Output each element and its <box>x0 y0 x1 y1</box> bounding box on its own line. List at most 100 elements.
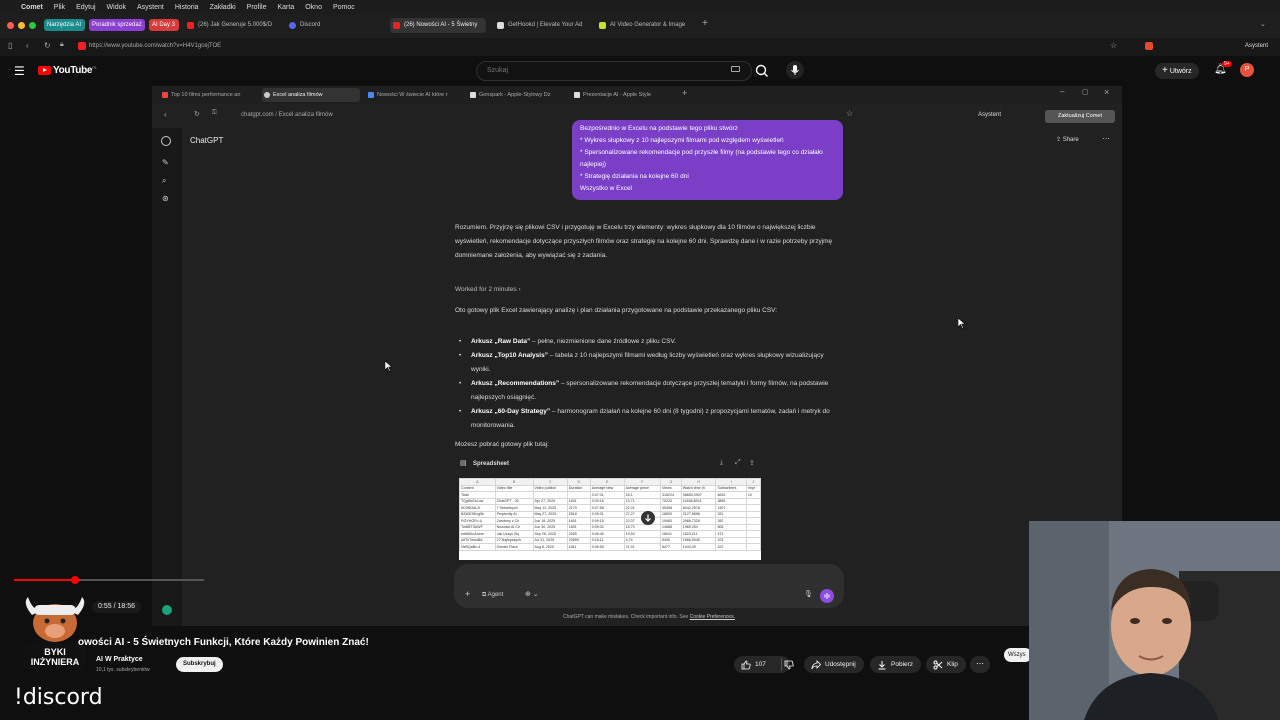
channel-logo-text: BYKI INŻYNIERA <box>30 647 80 667</box>
agent-mode-button: ⧉ Agent <box>482 592 504 598</box>
download-video-button[interactable]: Pobierz <box>870 656 922 673</box>
discord-command-overlay: !discord <box>14 685 103 710</box>
browser-tab[interactable]: GetHookd | Elevate Your Ad <box>494 18 590 33</box>
inner-tab: Genspark - Apple-Stylowy Dz <box>468 88 566 102</box>
attach-plus-icon: + <box>465 589 471 599</box>
assistant-button[interactable]: Asystent <box>1245 43 1268 49</box>
spreadsheet-table: A B C D E F G H I J Content Video title Video publis… <box>459 478 761 551</box>
browser-tab[interactable]: AI Video Generator & Image <box>596 18 692 33</box>
table-cell: NWIQaBv-4 <box>459 543 496 551</box>
tab-favicon-icon <box>368 92 374 98</box>
share-arrow-icon <box>811 660 821 670</box>
chat-composer <box>454 564 844 608</box>
subscribe-button[interactable]: Subskrybuj <box>176 657 223 672</box>
assistant-ready-text: Oto gotowy plik Excel zawierający analiz… <box>455 307 778 314</box>
table-cell: 0:06:55 <box>589 543 625 551</box>
list-item: Arkusz „Recommendations” – spersonalizow… <box>455 377 840 405</box>
back-icon[interactable]: ‹ <box>26 41 29 50</box>
tab-group-ai-day[interactable]: AI Day 3 <box>149 19 179 31</box>
table-cell: Aug 8, 2025 <box>532 543 568 551</box>
menu-app-name[interactable]: Comet <box>21 4 43 11</box>
download-icon <box>878 661 886 670</box>
tab-list-chevron-icon[interactable]: ⌄ <box>1260 20 1266 28</box>
table-cell: 21,91 <box>623 543 662 551</box>
table-cell: 222 <box>715 543 747 551</box>
hamburger-menu-icon[interactable]: ☰ <box>14 64 25 78</box>
zoom-window-button[interactable] <box>29 22 36 29</box>
inner-tab: Nowości W świecie AI które r <box>366 88 464 102</box>
mouse-cursor-icon <box>958 318 966 329</box>
thumbs-down-icon[interactable] <box>784 660 794 670</box>
sidebar-toggle-icon[interactable]: ▯ <box>8 41 12 50</box>
keyboard-icon[interactable] <box>731 66 740 72</box>
inner-maximize-icon: ▢ <box>1082 89 1089 96</box>
more-actions-icon[interactable]: ⋯ <box>970 656 990 673</box>
sheet-bullet-list: Arkusz „Raw Data” – pełne, niezmienione … <box>455 335 840 433</box>
webcam-overlay <box>1029 521 1280 720</box>
spreadsheet-card-header: ▤ Spreadsheet ⤓ ⤢ ⇪ <box>455 458 765 472</box>
globe-icon: ⊕ ⌄ <box>525 591 539 598</box>
chatgpt-disclaimer: ChatGPT can make mistakes. Check importa… <box>563 614 735 620</box>
update-comet-button: Zaktualizuj Comet <box>1045 110 1115 123</box>
reload-icon[interactable]: ↻ <box>44 41 51 50</box>
table-icon: ▤ <box>460 460 467 467</box>
time-display: 0:55 / 18:56 <box>92 601 141 613</box>
youtube-favicon-icon <box>393 22 400 29</box>
browser-tab[interactable]: (26) Jak Generuje 5.000$/D <box>184 18 280 33</box>
inner-url: chatgpt.com / Excel analiza filmów <box>241 112 333 118</box>
progress-scrubber-handle[interactable] <box>71 576 79 584</box>
tab-group-tools[interactable]: Narzędzia AI <box>44 19 85 31</box>
menu-item-profiles[interactable]: Profile <box>247 4 267 11</box>
youtube-wordmark: YouTube <box>53 65 93 76</box>
menu-item-file[interactable]: Plik <box>54 4 65 11</box>
menu-item-edit[interactable]: Edytuj <box>76 4 95 11</box>
new-tab-button[interactable]: + <box>702 18 708 29</box>
close-window-button[interactable] <box>7 22 14 29</box>
menu-item-assistant[interactable]: Asystent <box>137 4 164 11</box>
voice-mode-button <box>820 589 834 603</box>
youtube-favicon-icon <box>187 22 194 29</box>
openai-logo-icon <box>161 136 171 146</box>
spreadsheet-label: Spreadsheet <box>473 461 510 467</box>
channel-name[interactable]: AI W Praktyce <box>96 656 143 663</box>
list-item: Arkusz „60-Day Strategy” – harmonogram d… <box>455 405 840 433</box>
share-video-button[interactable]: Udostępnij <box>804 656 864 673</box>
menu-item-tab[interactable]: Karta <box>278 4 295 11</box>
browser-tab[interactable]: Discord <box>286 18 382 33</box>
search-chats-icon: ⌕ <box>162 176 167 185</box>
video-player[interactable]: Top 10 films performance an Excel analiz… <box>152 86 1122 626</box>
voice-search-button[interactable] <box>786 61 804 79</box>
create-button[interactable]: + Utwórz <box>1155 63 1199 79</box>
search-button[interactable] <box>752 61 772 81</box>
browser-tab-active[interactable]: (26) Nowości AI - 5 Świetny <box>390 18 486 33</box>
account-avatar[interactable]: P <box>1240 63 1254 77</box>
url-field[interactable]: https://www.youtube.com/watch?v=H4V1gcej… <box>89 43 221 49</box>
table-cell: 8477 <box>660 543 682 551</box>
inner-lock-icon: ⚿ <box>212 110 217 116</box>
menu-item-window[interactable]: Okno <box>305 4 322 11</box>
chatgpt-favicon-icon <box>264 92 270 98</box>
filter-chip-all[interactable]: Wszys <box>1004 648 1032 662</box>
minimize-window-button[interactable] <box>18 22 25 29</box>
youtube-search-input[interactable]: Szukaj <box>476 61 752 81</box>
clip-button[interactable]: Klip <box>926 656 966 673</box>
tab-group-sales-guide[interactable]: Poradnik sprzedaż <box>89 19 145 31</box>
star-icon[interactable]: ☆ <box>1110 41 1117 50</box>
menu-item-view[interactable]: Widok <box>107 4 126 11</box>
inner-close-icon: × <box>1104 87 1110 97</box>
extension-icon[interactable] <box>1145 42 1153 50</box>
inner-tab-active: Excel analiza filmów <box>262 88 360 102</box>
address-bar-row: ▯ ‹ ↻ 🔒︎ https://www.youtube.com/watch?v… <box>0 38 1280 56</box>
expand-icon: ⤢ <box>735 459 741 466</box>
menu-item-bookmarks[interactable]: Zakładki <box>210 4 236 11</box>
inner-star-icon: ☆ <box>846 109 854 118</box>
site-favicon-icon <box>78 42 86 50</box>
menu-item-help[interactable]: Pomoc <box>333 4 355 11</box>
download-icon: ⤓ <box>720 459 724 466</box>
list-item: Arkusz „Top10 Analysis” – tabela z 10 na… <box>455 349 840 377</box>
share-icon: ⇪ <box>1056 137 1063 143</box>
menu-item-history[interactable]: Historia <box>175 4 199 11</box>
youtube-logo[interactable]: YouTube PL <box>38 65 97 76</box>
presenter-figure <box>1029 521 1280 720</box>
chevron-right-icon: › <box>518 286 521 293</box>
